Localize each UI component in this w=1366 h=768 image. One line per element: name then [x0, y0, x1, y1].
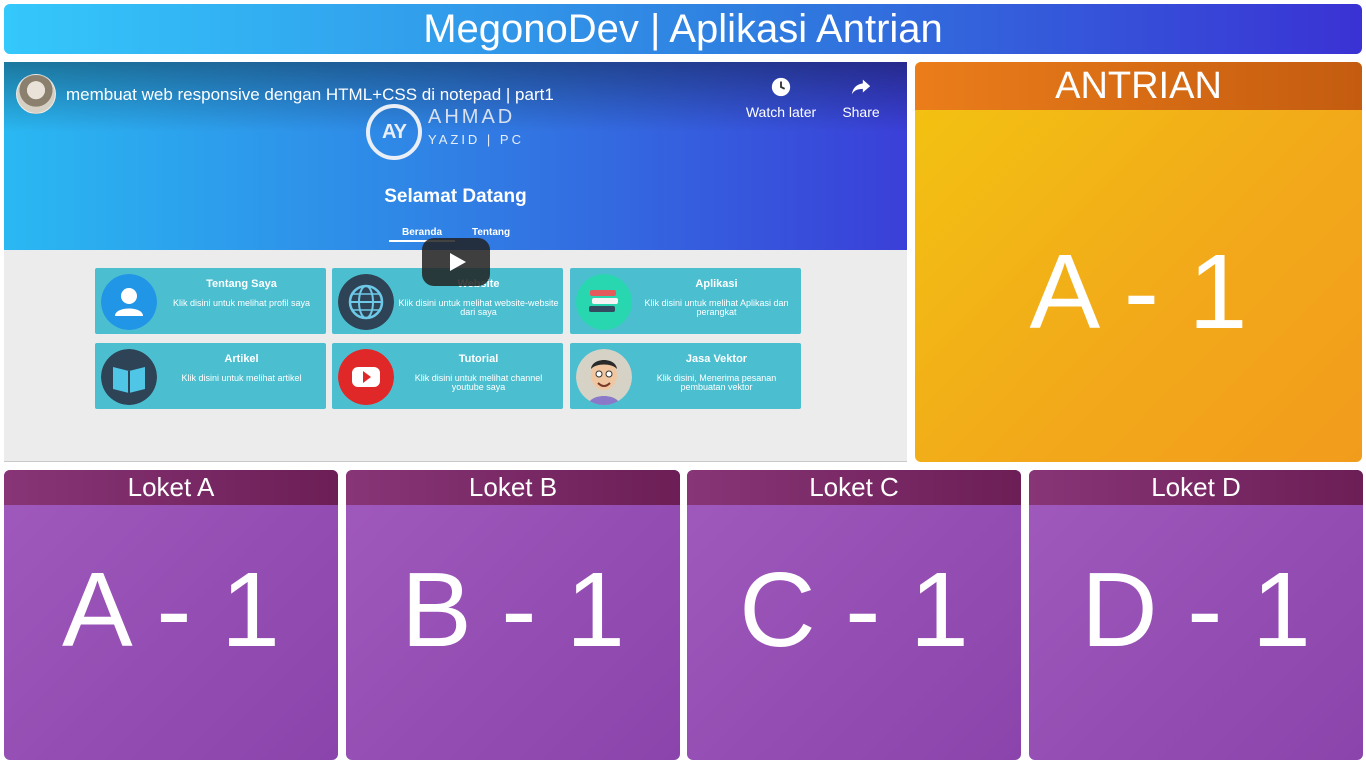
card-artikel: Artikel Klik disini untuk melihat artike…: [95, 343, 326, 409]
loket-number: A - 1: [61, 551, 280, 669]
share-button[interactable]: Share: [821, 76, 901, 122]
nav-tentang: Tentang: [472, 227, 511, 238]
page: MegonoDev | Aplikasi Antrian membuat web…: [0, 0, 1366, 768]
card-title: Aplikasi: [695, 278, 738, 290]
card-jasa-vektor: Jasa Vektor Klik disini, Menerima pesana…: [570, 343, 801, 409]
loket-number: D - 1: [1081, 551, 1311, 669]
book-icon: [101, 349, 157, 405]
welcome-heading: Selamat Datang: [384, 186, 527, 207]
card-aplikasi: Aplikasi Klik disini untuk melihat Aplik…: [570, 268, 801, 334]
card-title: Tentang Saya: [206, 278, 277, 290]
watch-later-button[interactable]: Watch later: [741, 76, 821, 122]
loket-b: Loket B B - 1: [346, 470, 680, 760]
card-desc: Klik disini untuk melihat channel youtub…: [414, 373, 543, 392]
logo-name: AHMAD: [428, 106, 516, 128]
loket-label: Loket D: [1029, 470, 1363, 505]
loket-number: C - 1: [739, 551, 969, 669]
video-player[interactable]: membuat web responsive dengan HTML+CSS d…: [4, 62, 907, 462]
antrian-panel: ANTRIAN A - 1: [915, 62, 1362, 462]
youtube-icon: [338, 349, 394, 405]
video-title[interactable]: membuat web responsive dengan HTML+CSS d…: [66, 85, 554, 105]
user-icon: [101, 274, 157, 330]
card-desc: Klik disini untuk melihat Aplikasi dan p…: [644, 298, 789, 317]
app-title: MegonoDev | Aplikasi Antrian: [4, 4, 1362, 54]
card-title: Tutorial: [458, 353, 499, 365]
share-label: Share: [842, 104, 880, 120]
logo-subtitle: YAZID | PC: [428, 132, 524, 147]
antrian-label: ANTRIAN: [915, 62, 1362, 110]
card-desc: Klik disini, Menerima pesanan pembuatan …: [656, 373, 777, 392]
play-button[interactable]: [422, 238, 490, 286]
logo-initials: AY: [366, 104, 422, 160]
books-icon: [576, 274, 632, 330]
loket-label: Loket B: [346, 470, 680, 505]
avatar-vector-icon: [576, 349, 632, 405]
channel-avatar[interactable]: [16, 74, 56, 114]
card-desc: Klik disini untuk melihat website-websit…: [398, 298, 559, 317]
card-title: Artikel: [224, 353, 259, 365]
globe-icon: [338, 274, 394, 330]
loket-c: Loket C C - 1: [687, 470, 1021, 760]
loket-number: B - 1: [401, 551, 625, 669]
card-desc: Klik disini untuk melihat artikel: [181, 373, 302, 383]
antrian-number: A - 1: [1029, 233, 1248, 351]
share-arrow-icon: [851, 79, 871, 95]
card-tutorial: Tutorial Klik disini untuk melihat chann…: [332, 343, 563, 409]
clock-icon: [771, 77, 791, 97]
loket-a: Loket A A - 1: [4, 470, 338, 760]
card-desc: Klik disini untuk melihat profil saya: [172, 298, 311, 308]
loket-label: Loket C: [687, 470, 1021, 505]
watch-later-label: Watch later: [745, 104, 817, 120]
card-tentang-saya: Tentang Saya Klik disini untuk melihat p…: [95, 268, 326, 334]
loket-label: Loket A: [4, 470, 338, 505]
loket-d: Loket D D - 1: [1029, 470, 1363, 760]
card-title: Jasa Vektor: [685, 353, 748, 365]
nav-beranda: Beranda: [402, 227, 443, 238]
